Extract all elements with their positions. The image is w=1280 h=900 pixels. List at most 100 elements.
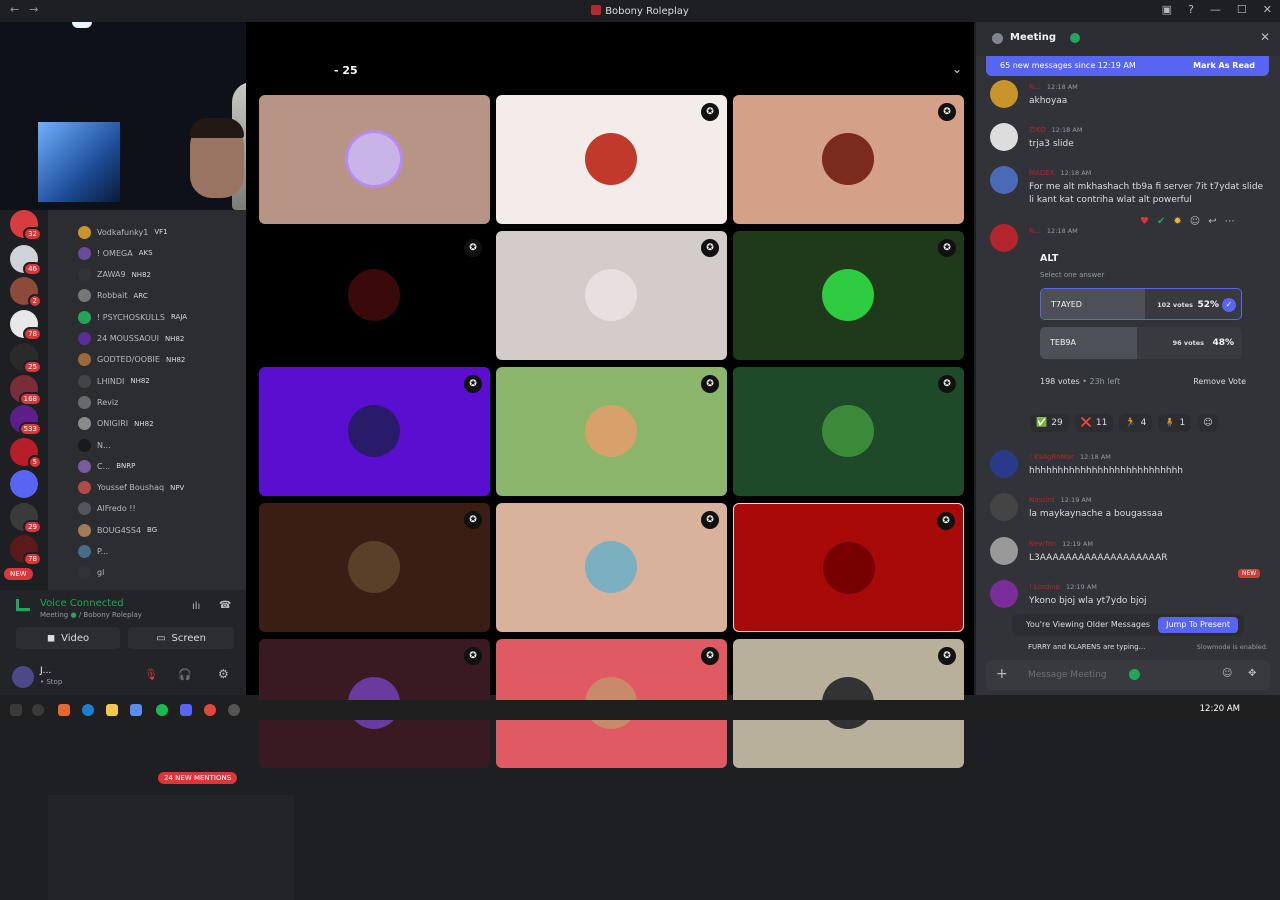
- spotlight-icon[interactable]: ✪: [701, 239, 719, 257]
- jump-to-present-button[interactable]: Jump To Present: [1158, 617, 1238, 633]
- video-tile[interactable]: ✪: [259, 503, 490, 632]
- spotlight-icon[interactable]: ✪: [938, 375, 956, 393]
- avatar[interactable]: [12, 666, 34, 688]
- video-tile[interactable]: ✪: [496, 231, 727, 360]
- voice-user[interactable]: Vodkafunky1 VF1: [78, 223, 168, 241]
- voice-user[interactable]: gl: [78, 564, 104, 582]
- voice-user[interactable]: GODTED/OOBIE NH82: [78, 351, 185, 369]
- server-icon[interactable]: 168: [10, 375, 42, 406]
- voice-connected-text[interactable]: Voice Connected: [40, 598, 124, 609]
- add-reaction-icon[interactable]: ☺: [1190, 216, 1200, 227]
- spotlight-icon[interactable]: ✪: [701, 511, 719, 529]
- server-icon[interactable]: 46: [10, 245, 42, 276]
- spotlight-icon[interactable]: ✪: [464, 239, 482, 257]
- settings-gear-icon[interactable]: ⚙: [218, 667, 229, 681]
- chevron-down-icon[interactable]: ⌄: [952, 62, 962, 76]
- more-icon[interactable]: ⋯: [1225, 216, 1235, 227]
- video-tile[interactable]: ✪: [733, 503, 964, 632]
- plus-icon[interactable]: +: [996, 666, 1008, 682]
- voice-user[interactable]: C... BNRP: [78, 457, 135, 475]
- minimize-button[interactable]: —: [1210, 3, 1221, 16]
- close-icon[interactable]: ✕: [1260, 30, 1270, 44]
- video-tile[interactable]: ✪: [259, 231, 490, 360]
- message-author[interactable]: Nassim 12:19 AM: [1029, 496, 1091, 504]
- voice-user[interactable]: AlFredo !!: [78, 500, 136, 518]
- message-author[interactable]: NewTon 12:19 AM: [1029, 540, 1093, 548]
- video-tile[interactable]: [259, 95, 490, 224]
- spotlight-icon[interactable]: ✪: [464, 375, 482, 393]
- avatar[interactable]: [990, 537, 1018, 565]
- spotlight-icon[interactable]: ✪: [464, 647, 482, 665]
- voice-user[interactable]: BOUG4SS4 BG: [78, 521, 157, 539]
- spotlight-icon[interactable]: ✪: [701, 375, 719, 393]
- reaction-chip[interactable]: 🧍 1: [1158, 414, 1192, 432]
- mark-as-read-button[interactable]: Mark As Read: [1193, 61, 1255, 70]
- avatar[interactable]: [990, 166, 1018, 194]
- screen-share-button[interactable]: ▭ Screen: [128, 627, 234, 649]
- server-icon[interactable]: 533: [10, 405, 42, 436]
- voice-user[interactable]: ! PSYCHOSKULLS RAJA: [78, 308, 187, 326]
- video-button[interactable]: ◼ Video: [16, 627, 120, 649]
- reply-icon[interactable]: ↩: [1208, 216, 1216, 227]
- chrome-icon[interactable]: [204, 704, 216, 716]
- avatar[interactable]: [990, 123, 1018, 151]
- video-tile[interactable]: ✪: [259, 367, 490, 496]
- avatar[interactable]: [990, 580, 1018, 608]
- new-servers-pill[interactable]: NEW: [4, 568, 33, 580]
- voice-user[interactable]: N...: [78, 436, 111, 454]
- check-reaction-icon[interactable]: ✔: [1157, 216, 1165, 227]
- avatar[interactable]: [990, 224, 1018, 252]
- search-icon[interactable]: [32, 704, 44, 716]
- mute-icon[interactable]: 🎙: [144, 668, 158, 681]
- voice-user[interactable]: ONIGIRI NH82: [78, 415, 154, 433]
- disconnect-icon[interactable]: ☎: [219, 600, 231, 611]
- inbox-icon[interactable]: ▣: [1162, 3, 1172, 16]
- spotlight-icon[interactable]: ✪: [701, 103, 719, 121]
- avatar[interactable]: [990, 80, 1018, 108]
- start-icon[interactable]: [10, 704, 22, 716]
- heart-reaction-icon[interactable]: ♥: [1140, 216, 1149, 227]
- server-icon[interactable]: 25: [10, 343, 42, 374]
- poll-option[interactable]: T7AYED 102 votes 52% ✓: [1040, 288, 1242, 320]
- voice-user[interactable]: Robbait ARC: [78, 287, 148, 305]
- avatar[interactable]: [990, 493, 1018, 521]
- spotlight-icon[interactable]: ✪: [938, 103, 956, 121]
- message-author[interactable]: ! Lordino 12:19 AM: [1029, 583, 1097, 591]
- add-reaction-icon[interactable]: ☺: [1197, 414, 1219, 432]
- voice-user[interactable]: ! OMEGA AKS: [78, 244, 153, 262]
- server-icon[interactable]: 2: [10, 277, 42, 308]
- reaction-chip[interactable]: 🏃 4: [1119, 414, 1153, 432]
- spotlight-icon[interactable]: ✪: [464, 511, 482, 529]
- maximize-button[interactable]: ☐: [1237, 3, 1247, 16]
- server-icon[interactable]: 78: [10, 310, 42, 341]
- spotlight-icon[interactable]: ✪: [701, 647, 719, 665]
- message-author[interactable]: ZIKO 12:18 AM: [1029, 126, 1082, 134]
- spotify-icon[interactable]: [156, 704, 168, 716]
- video-tile[interactable]: ✪: [496, 367, 727, 496]
- discord-icon[interactable]: [180, 704, 192, 716]
- video-tile[interactable]: ✪: [733, 95, 964, 224]
- spotlight-icon[interactable]: ✪: [938, 647, 956, 665]
- spotlight-icon[interactable]: ✪: [938, 239, 956, 257]
- reaction-chip[interactable]: ❌ 11: [1074, 414, 1114, 432]
- message-composer[interactable]: + Message Meeting ☺ ✥: [986, 660, 1270, 690]
- server-icon[interactable]: 78: [10, 535, 42, 566]
- message-author[interactable]: ! KsAgRnMar 12:18 AM: [1029, 453, 1111, 461]
- apps-icon[interactable]: ✥: [1248, 668, 1256, 679]
- server-icon[interactable]: 29: [10, 503, 42, 534]
- edge-icon[interactable]: [82, 704, 94, 716]
- remove-vote-button[interactable]: Remove Vote: [1193, 377, 1246, 386]
- voice-user[interactable]: P...: [78, 543, 108, 561]
- app-icon[interactable]: [58, 704, 70, 716]
- headset-icon[interactable]: 🎧: [178, 668, 192, 681]
- server-icon[interactable]: 5: [10, 438, 42, 469]
- video-tile[interactable]: ✪: [496, 503, 727, 632]
- message-author[interactable]: MADEX 12:18 AM: [1029, 169, 1091, 177]
- voice-user[interactable]: ZAWA9 NH82: [78, 266, 151, 284]
- message-author[interactable]: N... 12:18 AM: [1029, 83, 1078, 91]
- fire-reaction-icon[interactable]: ✹: [1173, 216, 1181, 227]
- voice-user[interactable]: Youssef Boushaq NPV: [78, 479, 184, 497]
- avatar[interactable]: [990, 450, 1018, 478]
- server-icon[interactable]: [10, 470, 38, 498]
- spotlight-icon[interactable]: ✪: [937, 512, 955, 530]
